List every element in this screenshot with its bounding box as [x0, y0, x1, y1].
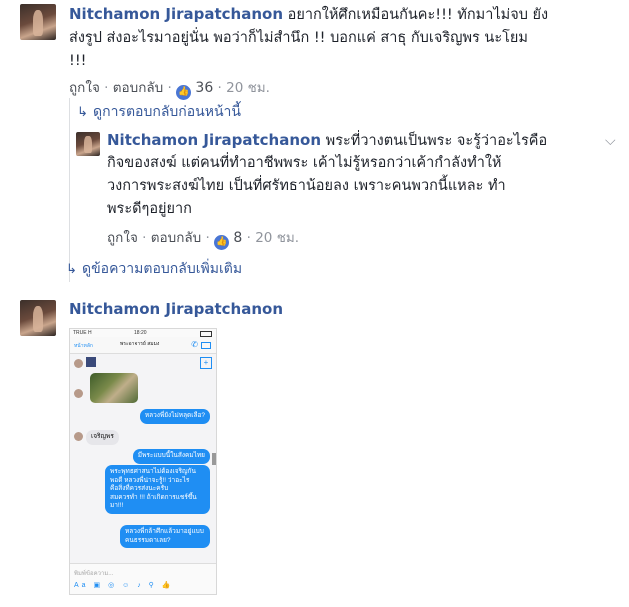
reply-author[interactable]: Nitchamon Jirapatchanon [107, 131, 321, 149]
thumbs-up-icon[interactable]: 👍 [176, 85, 192, 100]
message-line: พระพุทธศาสนาไม่ต้องเจริญกัน [110, 468, 196, 475]
timestamp[interactable]: 20 ชม. [226, 80, 270, 96]
more-replies-link[interactable]: ↳ ดูข้อความตอบกลับเพิ่มเติม [66, 258, 242, 280]
phone-icon[interactable]: ✆ [191, 340, 198, 349]
sender-avatar [74, 389, 83, 398]
comment-text-line: !!! [69, 53, 87, 69]
message-outgoing: หลวงพี่กล้าศึกแล้วมาอยู่แบบ คนธรรมดาเลย? [120, 525, 210, 548]
phone-status-bar: TRUE H 18:20 [70, 329, 216, 337]
message-line: คือสิ่งที่ควรส่งนะครับ [110, 485, 169, 492]
separator: · [217, 80, 222, 96]
scroll-handle[interactable] [212, 453, 216, 465]
sender-avatar [74, 359, 83, 368]
composer-icons[interactable]: Aa ▣ ◎ ☺ ♪ ⚲ 👍 [74, 581, 173, 589]
carrier-text: TRUE H [73, 330, 92, 336]
avatar[interactable] [76, 132, 100, 156]
reply-text-line: กิจของสงฆ์ แต่คนที่ทำอาชีพพระ เค้าไม่รู้… [107, 155, 502, 171]
message-incoming: เจริญพร [86, 430, 119, 445]
thread-line [69, 98, 70, 282]
separator: · [104, 80, 109, 96]
reply-link[interactable]: ตอบกลับ [151, 230, 201, 246]
comment-author[interactable]: Nitchamon Jirapatchanon [69, 300, 283, 318]
composer: พิมพ์ข้อความ... Aa ▣ ◎ ☺ ♪ ⚲ 👍 [70, 563, 216, 594]
separator: · [142, 230, 147, 246]
message-line: คนธรรมดาเลย? [125, 536, 171, 544]
comment-text-line: ส่งรูป ส่งอะไรมาอยู่นั่น พอว่าก็ไม่สำนึก… [69, 30, 528, 46]
shared-photo[interactable] [90, 373, 138, 403]
back-button[interactable]: หน้าหลัก [74, 342, 93, 350]
message-line: หลวงพี่กล้าศึกแล้วมาอยู่แบบ [125, 528, 204, 535]
chat-title: พระอาจารย์ สมมง [120, 341, 160, 347]
chevron-down-icon[interactable]: ⌵ [605, 133, 616, 149]
chat-header: หน้าหลัก พระอาจารย์ สมมง ✆ [70, 337, 216, 354]
message-outgoing: มีพระแบบนี้ในสังคมไทย [132, 449, 210, 464]
message-line: สมควรทำ !!! ถ้าเกิดการแชร์ขึ้น [110, 493, 197, 501]
like-link[interactable]: ถูกใจ [107, 230, 138, 246]
like-link[interactable]: ถูกใจ [69, 80, 100, 96]
add-icon[interactable]: + [200, 357, 212, 369]
separator: · [246, 230, 251, 246]
more-replies-label[interactable]: ดูข้อความตอบกลับเพิ่มเติม [82, 261, 242, 277]
separator: · [205, 230, 210, 246]
reply-body: Nitchamon Jirapatchanon พระที่วางตนเป็นพ… [107, 129, 587, 152]
previous-replies-link[interactable]: ↳ ดูการตอบกลับก่อนหน้านี้ [77, 101, 241, 123]
previous-replies-label[interactable]: ดูการตอบกลับก่อนหน้านี้ [93, 104, 241, 120]
status-time: 18:20 [134, 330, 147, 336]
reaction-count[interactable]: 8 [233, 230, 242, 246]
message-line: มา!!! [110, 502, 124, 509]
video-icon[interactable] [201, 342, 211, 349]
comment-text: อยากให้ศึกเหมือนกันคะ!!! ทักมาไม่จบ ยัง [287, 7, 549, 23]
sender-avatar [74, 432, 83, 441]
avatar[interactable] [20, 4, 56, 40]
reply-arrow-icon: ↳ [77, 105, 88, 120]
timestamp[interactable]: 20 ชม. [255, 230, 299, 246]
message-line: พอดี หลวงพี่น่าจะรู้!! ว่าอะไร [110, 476, 190, 484]
message-outgoing: หลวงพี่ยังไม่หลุดเลือ? [139, 409, 210, 424]
separator: · [167, 80, 172, 96]
thumbs-up-icon[interactable]: 👍 [214, 235, 230, 250]
comment-author[interactable]: Nitchamon Jirapatchanon [69, 5, 283, 23]
shared-image-thumb [86, 357, 96, 367]
reaction-count[interactable]: 36 [195, 80, 213, 96]
comment-actions: ถูกใจ · ตอบกลับ · 👍 36 · 20 ชม. [69, 76, 270, 100]
reply-text: พระที่วางตนเป็นพระ จะรู้ว่าอะไรคือ [325, 133, 548, 149]
avatar[interactable] [20, 300, 56, 336]
message-outgoing: พระพุทธศาสนาไม่ต้องเจริญกัน พอดี หลวงพี่… [105, 465, 210, 514]
comment-body: Nitchamon Jirapatchanon อยากให้ศึกเหมือน… [69, 3, 609, 26]
reply-link[interactable]: ตอบกลับ [113, 80, 163, 96]
reply-arrow-icon: ↳ [66, 262, 77, 277]
message-input[interactable]: พิมพ์ข้อความ... [74, 568, 113, 578]
reply-text-line: พระดีๆอยู่ยาก [107, 201, 192, 217]
reply-actions: ถูกใจ · ตอบกลับ · 👍 8 · 20 ชม. [107, 226, 299, 250]
reply-text-line: วงการพระสงฆ์ไทย เป็นที่ศรัทธาน้อยลง เพรา… [107, 178, 506, 194]
attached-screenshot[interactable]: TRUE H 18:20 หน้าหลัก พระอาจารย์ สมมง ✆ … [69, 328, 217, 595]
